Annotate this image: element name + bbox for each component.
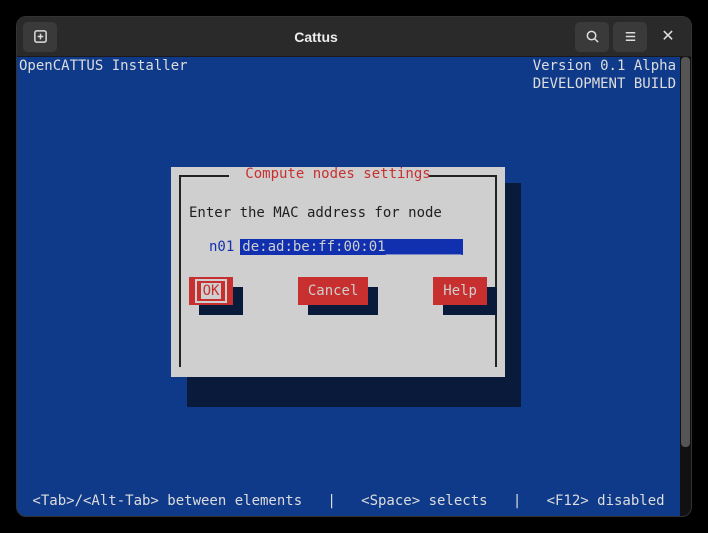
- terminal-area: OpenCATTUS Installer Version 0.1 Alpha D…: [17, 57, 691, 516]
- hamburger-icon: [623, 29, 638, 44]
- app-window: Cattus ✕ OpenCATTUS Installer: [16, 16, 692, 517]
- dialog-title: Compute nodes settings: [171, 166, 505, 182]
- footer-hint: <Tab>/<Alt-Tab> between elements | <Spac…: [17, 493, 680, 509]
- menu-button[interactable]: [613, 22, 647, 52]
- installer-name: OpenCATTUS Installer: [19, 57, 188, 75]
- close-button[interactable]: ✕: [651, 22, 685, 52]
- dialog: Compute nodes settings Enter the MAC add…: [171, 167, 505, 377]
- new-tab-icon: [33, 29, 48, 44]
- search-button[interactable]: [575, 22, 609, 52]
- installer-header: OpenCATTUS Installer Version 0.1 Alpha D…: [17, 57, 680, 93]
- scrollbar[interactable]: [680, 57, 691, 516]
- node-label: n01: [209, 239, 234, 255]
- mac-input[interactable]: de:ad:be:ff:00:01_________: [240, 239, 463, 255]
- window-title: Cattus: [294, 29, 338, 45]
- titlebar: Cattus ✕: [17, 17, 691, 57]
- scrollbar-thumb[interactable]: [681, 57, 690, 447]
- dialog-frame: [179, 175, 497, 367]
- installer-version: Version 0.1 Alpha: [533, 57, 676, 75]
- close-icon: ✕: [661, 29, 674, 45]
- help-button-label: Help: [443, 283, 477, 299]
- new-tab-button[interactable]: [23, 22, 57, 52]
- installer-build: DEVELOPMENT BUILD: [533, 75, 676, 93]
- dialog-button-row: OK Cancel Help: [189, 277, 487, 305]
- ok-button-label: OK: [201, 283, 222, 299]
- dialog-body: Enter the MAC address for node n01 de:ad…: [189, 205, 487, 255]
- search-icon: [585, 29, 600, 44]
- cancel-button-label: Cancel: [308, 283, 359, 299]
- ok-button[interactable]: OK: [189, 277, 233, 305]
- help-button[interactable]: Help: [433, 277, 487, 305]
- cancel-button[interactable]: Cancel: [298, 277, 369, 305]
- dialog-prompt: Enter the MAC address for node: [189, 205, 487, 221]
